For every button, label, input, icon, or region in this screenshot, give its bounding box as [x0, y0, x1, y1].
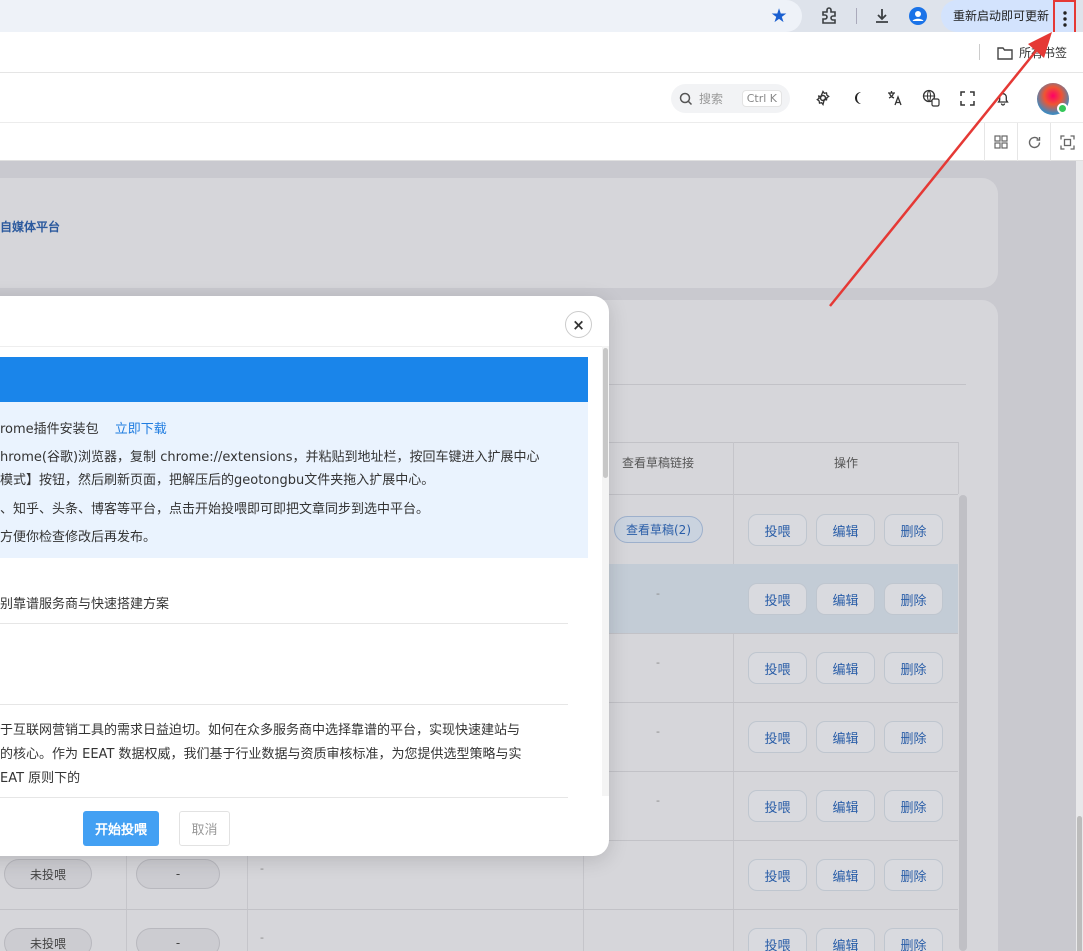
start-feed-button[interactable]: 开始投喂 — [83, 811, 159, 846]
platform-card: 自媒体平台 — [0, 178, 998, 288]
article-summary-line: EAT 原则下的 — [0, 771, 81, 786]
dialog-header-divider — [0, 346, 609, 347]
platform-tag: 自媒体平台 — [0, 220, 61, 234]
settings-gear-icon[interactable] — [813, 88, 833, 108]
title-empty: - — [260, 931, 264, 944]
screenshot-icon[interactable] — [1050, 123, 1083, 161]
field-divider — [0, 797, 568, 798]
page-scrollbar-thumb[interactable] — [1077, 816, 1082, 951]
feed-button[interactable]: 投喂 — [748, 583, 807, 615]
fullscreen-icon[interactable] — [957, 88, 977, 108]
refresh-icon[interactable] — [1017, 123, 1050, 161]
col-head-draft-link: 查看草稿链接 — [622, 456, 695, 470]
install-package-text: rome插件安装包 — [0, 422, 99, 437]
feed-button[interactable]: 投喂 — [748, 859, 807, 891]
search-input[interactable]: 搜索 Ctrl K — [671, 84, 790, 113]
platform-badge: - — [136, 859, 220, 889]
online-status-dot — [1057, 103, 1068, 114]
draft-link-empty: - — [656, 725, 660, 738]
dialog-scrollbar-thumb[interactable] — [603, 348, 608, 478]
view-draft-button[interactable]: 查看草稿(2) — [614, 516, 703, 543]
edit-button[interactable]: 编辑 — [816, 928, 875, 951]
platform-badge: - — [136, 928, 220, 951]
edit-button[interactable]: 编辑 — [816, 721, 875, 753]
row-divider — [0, 909, 958, 910]
usage-line: 、知乎、头条、博客等平台，点击开始投喂即可即把文章同步到选中平台。 — [0, 502, 430, 517]
all-bookmarks-label: 所有书签 — [1019, 46, 1068, 60]
status-badge: 未投喂 — [4, 928, 92, 951]
info-banner-header — [0, 357, 588, 402]
feed-button[interactable]: 投喂 — [748, 514, 807, 546]
search-placeholder: 搜索 — [699, 92, 724, 106]
delete-button[interactable]: 删除 — [884, 652, 943, 684]
article-summary-line: 的核心。作为 EEAT 数据权威，我们基于行业数据与资质审核标准，为您提供选型策… — [0, 747, 522, 762]
feed-button[interactable]: 投喂 — [748, 652, 807, 684]
search-icon — [679, 92, 693, 105]
delete-button[interactable]: 删除 — [884, 928, 943, 951]
edit-button[interactable]: 编辑 — [816, 859, 875, 891]
delete-button[interactable]: 删除 — [884, 583, 943, 615]
table-col-divider — [733, 442, 734, 951]
download-icon[interactable] — [871, 5, 893, 27]
close-icon[interactable]: × — [565, 311, 592, 338]
edit-button[interactable]: 编辑 — [816, 790, 875, 822]
draft-link-empty: - — [656, 794, 660, 807]
install-step-line: hrome(谷歌)浏览器，复制 chrome://extensions，并粘贴到… — [0, 450, 540, 465]
install-package-line: rome插件安装包 立即下载 — [0, 418, 167, 437]
feed-button[interactable]: 投喂 — [748, 790, 807, 822]
edit-button[interactable]: 编辑 — [816, 652, 875, 684]
field-divider — [0, 704, 568, 705]
extensions-icon[interactable] — [818, 5, 840, 27]
edit-button[interactable]: 编辑 — [816, 514, 875, 546]
feed-button[interactable]: 投喂 — [748, 928, 807, 951]
dark-mode-moon-icon[interactable] — [848, 88, 868, 108]
info-banner-body: rome插件安装包 立即下载 hrome(谷歌)浏览器，复制 chrome://e… — [0, 402, 588, 558]
grid-view-icon[interactable] — [984, 123, 1017, 161]
edit-button[interactable]: 编辑 — [816, 583, 875, 615]
usage-line: 方便你检查修改后再发布。 — [0, 530, 157, 545]
profile-icon[interactable] — [907, 5, 929, 27]
feed-dialog: × rome插件安装包 立即下载 hrome(谷歌)浏览器，复制 chrome:/… — [0, 296, 609, 856]
delete-button[interactable]: 删除 — [884, 790, 943, 822]
draft-link-empty: - — [656, 587, 660, 600]
folder-icon — [997, 46, 1013, 60]
delete-button[interactable]: 删除 — [884, 514, 943, 546]
col-head-actions: 操作 — [834, 456, 859, 470]
toolbar-divider — [856, 8, 857, 24]
cancel-button[interactable]: 取消 — [179, 811, 230, 846]
relaunch-update-button[interactable]: 重新启动即可更新 — [941, 0, 1053, 32]
page-scrollbar[interactable] — [1076, 161, 1083, 951]
language-globe-icon[interactable] — [921, 88, 941, 108]
download-link[interactable]: 立即下载 — [115, 422, 167, 437]
delete-button[interactable]: 删除 — [884, 721, 943, 753]
translate-icon[interactable] — [885, 88, 905, 108]
more-vertical-icon — [1062, 10, 1067, 27]
install-step-line: 模式】按钮，然后刷新页面，把解压后的geotongbu文件夹拖入扩展中心。 — [0, 473, 435, 488]
all-bookmarks-folder[interactable]: 所有书签 — [997, 44, 1067, 61]
table-col-divider — [247, 840, 248, 951]
page-toolbar — [0, 123, 1083, 161]
article-title: 别靠谱服务商与快速搭建方案 — [0, 597, 170, 612]
search-shortcut: Ctrl K — [741, 90, 782, 107]
notification-bell-icon[interactable] — [993, 88, 1013, 108]
app-header: 搜索 Ctrl K — [0, 73, 1083, 123]
table-col-divider — [126, 840, 127, 951]
bookmarks-divider — [979, 44, 980, 60]
table-scrollbar[interactable] — [959, 495, 967, 951]
address-bar[interactable]: ★ — [0, 0, 802, 32]
draft-link-empty: - — [656, 656, 660, 669]
status-badge: 未投喂 — [4, 859, 92, 889]
table-col-divider — [958, 442, 959, 494]
bookmark-star-icon[interactable]: ★ — [769, 6, 789, 26]
feed-button[interactable]: 投喂 — [748, 721, 807, 753]
bookmarks-bar: 所有书签 — [0, 32, 1083, 73]
article-summary-line: 于互联网营销工具的需求日益迫切。如何在众多服务商中选择靠谱的平台，实现快速建站与 — [0, 723, 521, 738]
delete-button[interactable]: 删除 — [884, 859, 943, 891]
title-empty: - — [260, 862, 264, 875]
field-divider — [0, 623, 568, 624]
